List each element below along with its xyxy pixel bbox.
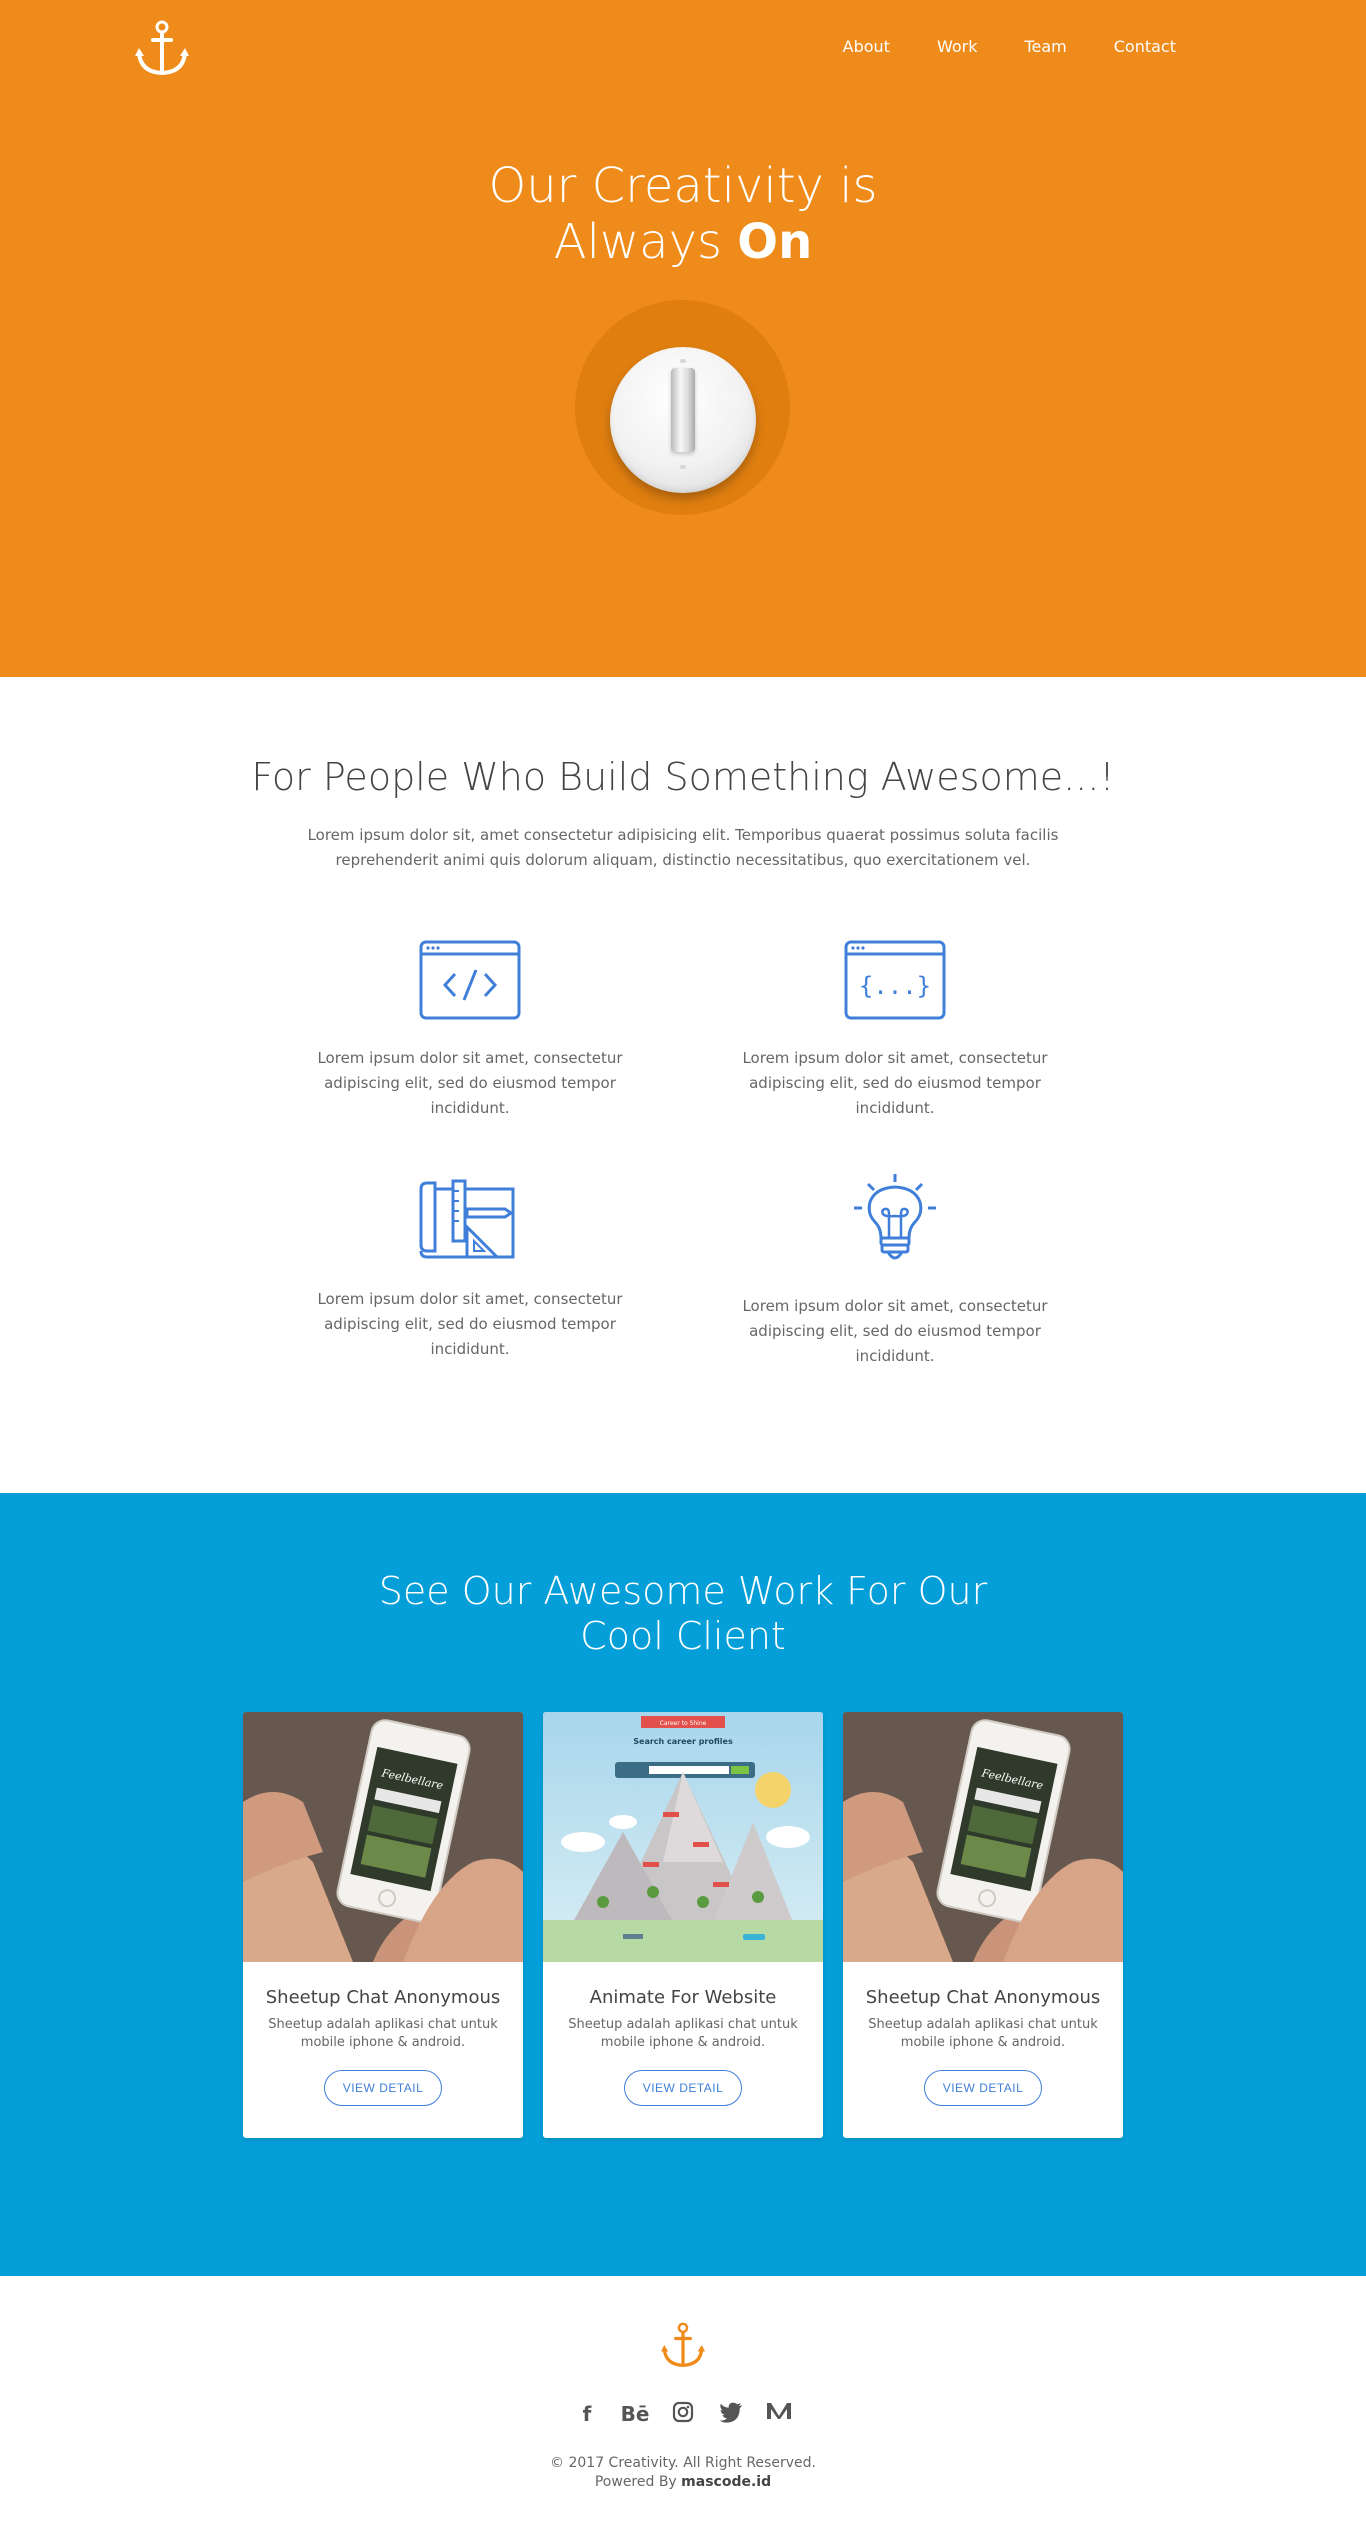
nav-work-link[interactable]: Work	[937, 37, 978, 56]
feature-item-idea: Lorem ipsum dolor sit amet, consectetur …	[735, 1172, 1055, 1369]
features-section: For People Who Build Something Awesome..…	[0, 677, 1366, 1493]
feature-item-code: Lorem ipsum dolor sit amet, consectetur …	[310, 940, 630, 1121]
map-headline-text: Search career profiles	[633, 1737, 733, 1746]
feature-text: Lorem ipsum dolor sit amet, consectetur …	[317, 1049, 623, 1117]
feature-item-braces: {...} Lorem ipsum dolor sit amet, consec…	[735, 940, 1055, 1121]
hero-title-line1: Our Creativity is	[488, 158, 878, 214]
behance-icon[interactable]: Bē	[620, 2401, 650, 2427]
powered-by: Powered By mascode.id	[0, 2473, 1366, 2492]
illustration-image: Career to Shine Search career profiles	[543, 1712, 823, 1962]
hero-section: About Work Team Contact Our Creativity i…	[0, 0, 1366, 677]
anchor-logo-icon[interactable]	[135, 20, 189, 76]
feature-item-design: Lorem ipsum dolor sit amet, consectetur …	[310, 1179, 630, 1362]
view-detail-button[interactable]: VIEW DETAIL	[624, 2070, 742, 2106]
card-title: Animate For Website	[589, 1987, 777, 2008]
instagram-icon[interactable]	[668, 2401, 698, 2427]
work-title-line2: Cool Client	[580, 1614, 786, 1658]
features-title: For People Who Build Something Awesome..…	[251, 755, 1115, 799]
nav-team-link[interactable]: Team	[1024, 37, 1066, 56]
nav-about-link[interactable]: About	[843, 37, 890, 56]
lightbulb-icon	[854, 1174, 936, 1260]
medium-icon[interactable]	[764, 2401, 794, 2427]
card-title: Sheetup Chat Anonymous	[865, 1987, 1101, 2008]
social-links: f Bē	[0, 2401, 1366, 2427]
phone-photo: Feelbellare	[243, 1712, 523, 1962]
design-tools-icon	[419, 1179, 515, 1259]
card-desc: Sheetup adalah aplikasi chat untuk mobil…	[568, 2017, 798, 2050]
feature-text: Lorem ipsum dolor sit amet, consectetur …	[742, 1049, 1048, 1117]
footer: f Bē © 2017 Creativity. All Right Reserv…	[0, 2276, 1366, 2529]
braces-window-icon: {...}	[844, 940, 946, 1020]
main-nav: About Work Team Contact	[796, 37, 1176, 56]
anchor-logo-icon[interactable]	[661, 2322, 705, 2368]
switch-screw-bottom	[680, 465, 686, 469]
phone-photo: Feelbellare	[843, 1712, 1123, 1962]
features-intro: Lorem ipsum dolor sit, amet consectetur …	[307, 826, 1059, 869]
twitter-icon[interactable]	[716, 2401, 746, 2427]
work-card[interactable]: Feelbellare Sheetup Chat Anonymous Sheet…	[243, 1712, 523, 2138]
switch-screw-top	[680, 359, 686, 363]
work-title: See Our Awesome Work For Our Cool Client	[0, 1569, 1366, 1659]
hero-title-line2-prefix: Always	[553, 214, 738, 270]
work-card[interactable]: Career to Shine Search career profiles A…	[543, 1712, 823, 2138]
work-section: See Our Awesome Work For Our Cool Client…	[0, 1493, 1366, 2276]
switch-toggle[interactable]	[671, 368, 695, 452]
facebook-icon[interactable]: f	[572, 2401, 602, 2427]
copyright: © 2017 Creativity. All Right Reserved. P…	[0, 2454, 1366, 2492]
card-desc: Sheetup adalah aplikasi chat untuk mobil…	[268, 2017, 498, 2050]
copyright-text: © 2017 Creativity. All Right Reserved.	[550, 2455, 816, 2471]
powered-by-prefix: Powered By	[594, 2474, 682, 2490]
work-title-line1: See Our Awesome Work For Our	[378, 1569, 988, 1613]
feature-text: Lorem ipsum dolor sit amet, consectetur …	[317, 1290, 623, 1358]
feature-text: Lorem ipsum dolor sit amet, consectetur …	[742, 1297, 1048, 1365]
view-detail-button[interactable]: VIEW DETAIL	[324, 2070, 442, 2106]
card-title: Sheetup Chat Anonymous	[265, 1987, 501, 2008]
nav-contact-link[interactable]: Contact	[1114, 37, 1176, 56]
hero-title-line2-bold: On	[737, 214, 813, 270]
view-detail-button[interactable]: VIEW DETAIL	[924, 2070, 1042, 2106]
code-window-icon	[419, 940, 521, 1020]
hero-title: Our Creativity is Always On	[0, 158, 1366, 270]
map-banner-text: Career to Shine	[660, 1720, 707, 1727]
work-card[interactable]: Feelbellare Sheetup Chat Anonymous Sheet…	[843, 1712, 1123, 2138]
card-desc: Sheetup adalah aplikasi chat untuk mobil…	[868, 2017, 1098, 2050]
powered-by-link[interactable]: mascode.id	[681, 2474, 771, 2490]
light-switch[interactable]	[592, 347, 773, 507]
svg-text:{...}: {...}	[859, 972, 931, 1000]
